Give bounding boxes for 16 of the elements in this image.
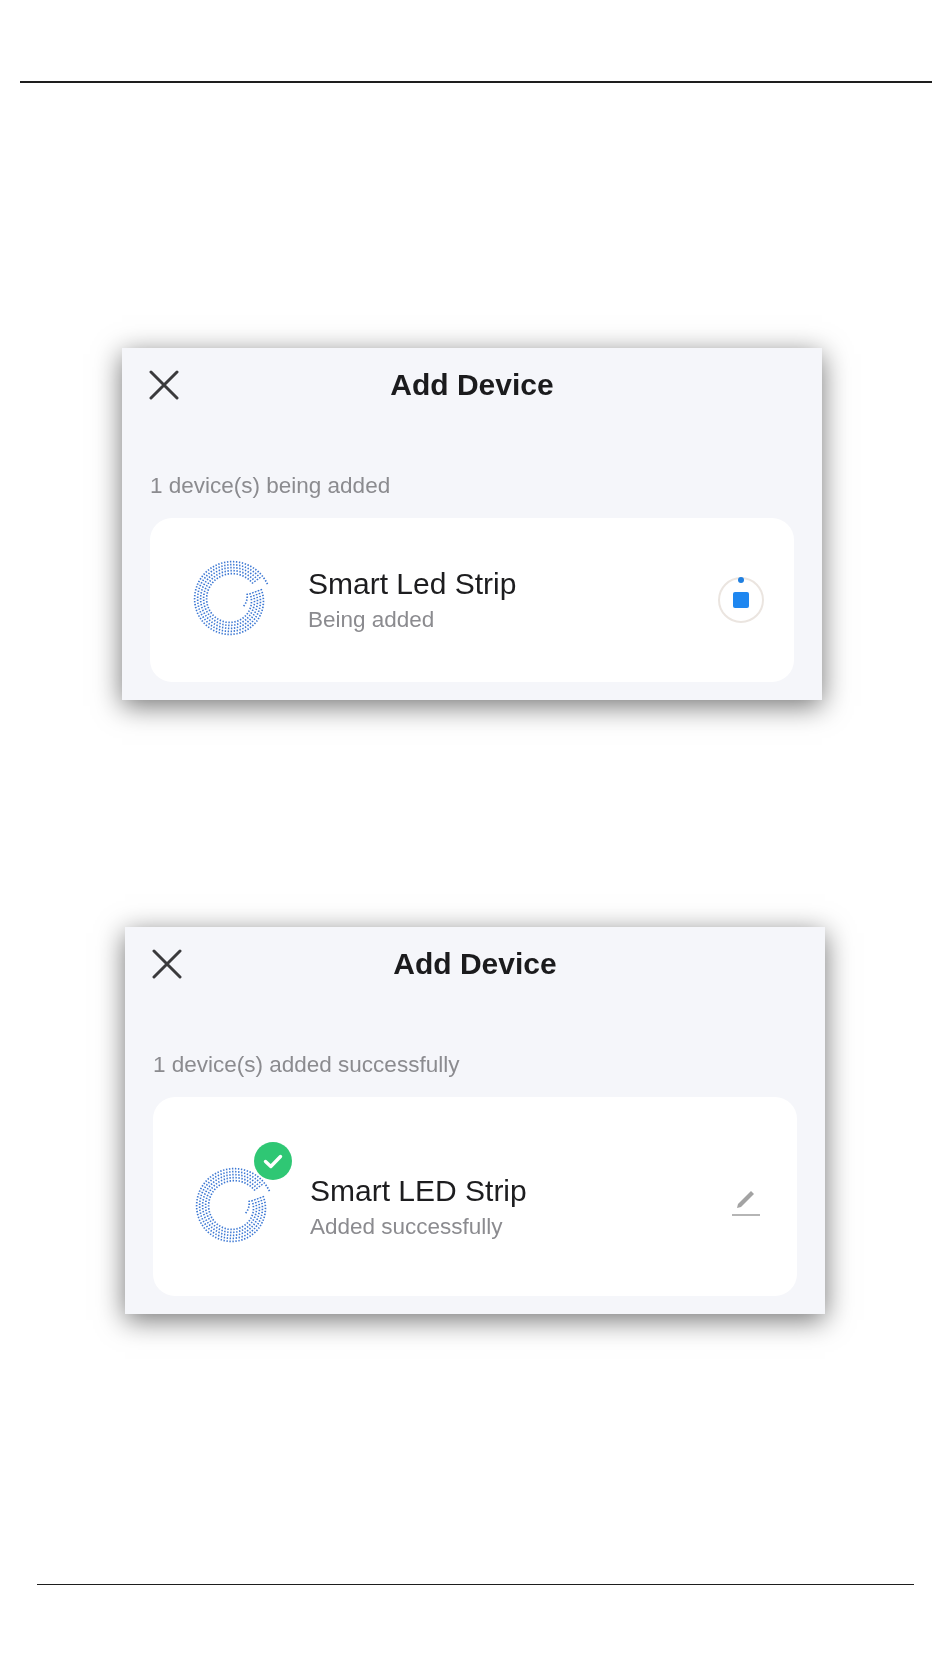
dialog-title: Add Device: [390, 367, 554, 402]
device-name: Smart LED Strip: [310, 1172, 528, 1209]
dialog-title: Add Device: [393, 946, 557, 981]
close-icon: [149, 369, 179, 400]
check-icon: [254, 1141, 292, 1180]
progress-dot-icon: [738, 576, 744, 583]
close-button[interactable]: [152, 948, 182, 979]
stop-icon: [733, 591, 749, 608]
summary-text: 1 device(s) being added: [150, 471, 392, 500]
device-status: Added successfully: [310, 1212, 504, 1241]
device-status: Being added: [308, 605, 436, 634]
close-icon: [152, 948, 182, 979]
device-name: Smart Led Strip: [308, 565, 518, 602]
stop-button[interactable]: [718, 576, 764, 623]
summary-text: 1 device(s) added successfully: [153, 1050, 461, 1079]
close-button[interactable]: [149, 369, 179, 400]
